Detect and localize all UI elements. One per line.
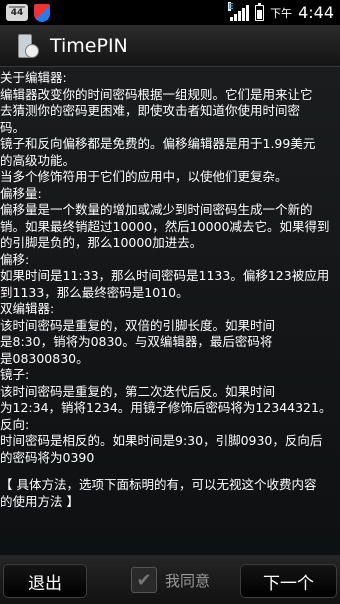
description-line: 偏移量是一个数量的增加或减少到时间密码生成一个新的 bbox=[0, 202, 313, 217]
description-line: 是8:30，销将为0830。与双编辑器，最后密码将 bbox=[0, 334, 273, 349]
description-line: 反向: bbox=[0, 416, 30, 432]
description-line: 的引脚是负的，那么10000加进去。 bbox=[0, 235, 203, 250]
notification-badge[interactable]: 44 bbox=[6, 4, 28, 21]
description-line: 当多个修饰符用于它们的应用中，以使他们更复杂。 bbox=[0, 169, 288, 184]
description-line: 该时间密码是重复的，双倍的引脚长度。如果时间 bbox=[0, 317, 276, 333]
agree-checkbox[interactable]: ✔ bbox=[131, 567, 157, 593]
usage-note: 【 具体方法，选项下面标明的有，可以无视这个收费内容 的使用方法 】 bbox=[0, 477, 316, 510]
description-line: 为12:34，销将1234。用镜子修饰后密码将为12344321。 bbox=[0, 400, 332, 415]
description-line: 镜子: bbox=[0, 367, 30, 382]
exit-button[interactable]: 退出 bbox=[3, 564, 87, 598]
description-line: 到1133，那么最终密码是1010。 bbox=[0, 284, 189, 300]
bottom-action-bar: 退出 ✔ 我同意 下一个 bbox=[0, 555, 340, 604]
description-line: 偏移: bbox=[0, 251, 30, 267]
description-line: 编辑器改变你的时间密码根据一组规则。它们是用来让它 bbox=[0, 86, 313, 102]
network-type-label: E bbox=[228, 1, 234, 11]
app-title-bar: TimePIN bbox=[0, 25, 340, 67]
description-line: 镜子和反向偏移都是免费的。偏移编辑器是用于1.99美元 bbox=[0, 136, 316, 151]
security-shield-icon[interactable] bbox=[34, 3, 50, 22]
app-icon bbox=[16, 33, 39, 58]
status-bar: 44 E 下午 4:44 bbox=[0, 0, 340, 25]
description-line: 时间密码是相反的。如果时间是9:30，引脚0930，反向后 bbox=[0, 433, 323, 448]
description-line: 双编辑器: bbox=[0, 301, 55, 316]
description-line: 码。 bbox=[0, 119, 26, 135]
description-line: 的高级功能。 bbox=[0, 152, 76, 168]
description-line: 如果时间是11:33，那么时间密码是1133。偏移123被应用 bbox=[0, 268, 330, 283]
description-line: 该时间密码是重复的，第二次迭代后反。如果时间 bbox=[0, 383, 276, 399]
next-button[interactable]: 下一个 bbox=[240, 564, 337, 598]
description-line: 的密码将为0390 bbox=[0, 449, 95, 465]
signal-strength-icon: E bbox=[228, 1, 250, 21]
agree-checkbox-group[interactable]: ✔ 我同意 bbox=[131, 567, 210, 593]
description-text: 关于编辑器: 编辑器改变你的时间密码根据一组规则。它们是用来让它 去猜测你的密码更困… bbox=[0, 70, 340, 466]
note-line: 【 具体方法，选项下面标明的有，可以无视这个收费内容 bbox=[0, 477, 317, 492]
app-title: TimePIN bbox=[50, 34, 128, 57]
agree-label: 我同意 bbox=[165, 571, 211, 590]
description-line: 关于编辑器: bbox=[0, 70, 67, 85]
battery-icon bbox=[255, 2, 265, 21]
description-line: 销。如果最终销超过10000，然后10000减去它。如果得到 bbox=[0, 218, 330, 234]
note-line: 的使用方法 】 bbox=[0, 493, 79, 509]
description-panel[interactable]: 关于编辑器: 编辑器改变你的时间密码根据一组规则。它们是用来让它 去猜测你的密码更困… bbox=[0, 67, 340, 555]
description-line: 是08300830。 bbox=[0, 350, 89, 366]
checkmark-icon: ✔ bbox=[136, 569, 152, 591]
clock-time: 4:44 bbox=[298, 3, 334, 22]
clock-ampm: 下午 bbox=[270, 6, 293, 20]
description-line: 去猜测你的密码更困难，即使攻击者知道你使用时间密 bbox=[0, 103, 301, 118]
description-line: 偏移量: bbox=[0, 185, 42, 201]
